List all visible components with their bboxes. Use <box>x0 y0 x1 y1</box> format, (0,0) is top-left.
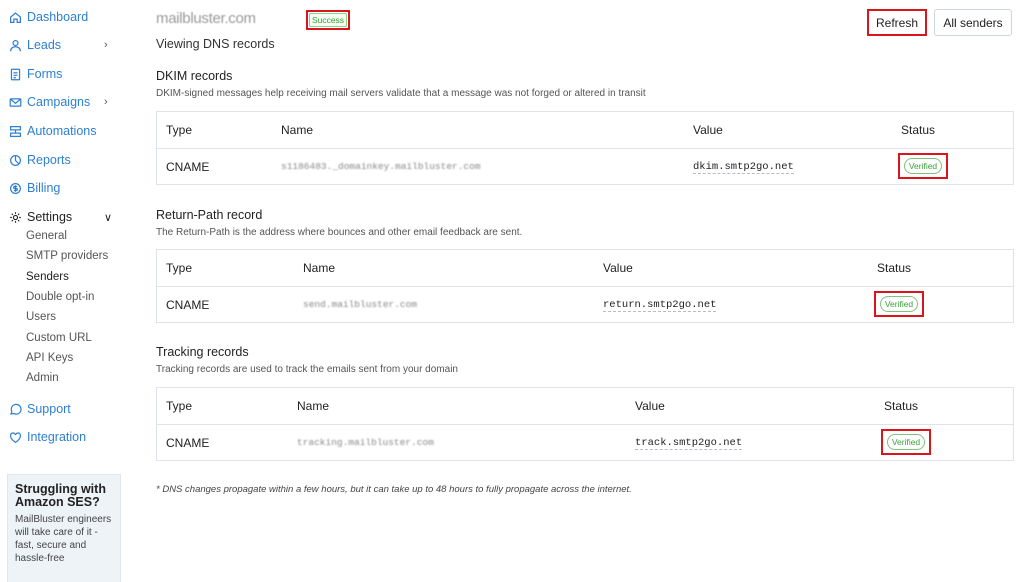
promo-title: Struggling with Amazon SES? <box>15 482 106 509</box>
record-name: s1186483._domainkey.mailbluster.com <box>281 161 481 172</box>
dkim-section-description: DKIM-signed messages help receiving mail… <box>156 88 646 99</box>
record-type: CNAME <box>166 436 210 450</box>
column-header-status: Status <box>877 261 912 275</box>
sidebar-item-billing[interactable]: Billing <box>8 179 60 197</box>
sidebar-item-forms[interactable]: Forms <box>8 65 62 83</box>
sidebar-item-support[interactable]: Support <box>8 400 71 418</box>
support-icon <box>8 402 22 416</box>
column-header-name: Name <box>303 261 336 275</box>
sidebar-item-reports[interactable]: Reports <box>8 151 71 169</box>
sidebar-item-label: Automations <box>27 124 97 138</box>
sidebar-item-settings[interactable]: Settings ∨ <box>8 208 112 226</box>
integration-icon <box>8 430 22 444</box>
settings-sub-custom-url[interactable]: Custom URL <box>26 332 92 348</box>
verified-badge: Verified <box>886 434 926 450</box>
record-name: send.mailbluster.com <box>303 299 418 310</box>
verified-badge: Verified <box>879 296 919 312</box>
gear-icon <box>8 210 22 224</box>
record-value[interactable]: dkim.smtp2go.net <box>693 161 794 174</box>
tracking-table: Type Name Value Status CNAME tracking.ma… <box>156 387 1014 461</box>
settings-sub-general[interactable]: General <box>26 230 67 246</box>
mail-icon <box>8 95 22 109</box>
sidebar-item-label: Support <box>27 402 71 416</box>
return-path-table: Type Name Value Status CNAME send.mailbl… <box>156 249 1014 323</box>
page-subtitle: Viewing DNS records <box>156 37 275 51</box>
sidebar-item-label: Integration <box>27 430 87 444</box>
sidebar-item-label: Campaigns <box>27 95 91 109</box>
all-senders-button[interactable]: All senders <box>934 9 1012 36</box>
automation-icon <box>8 124 22 138</box>
column-header-type: Type <box>166 399 193 413</box>
return-path-section-description: The Return-Path is the address where bou… <box>156 227 523 238</box>
table-header: Type Name Value Status <box>157 112 1013 149</box>
table-row: CNAME s1186483._domainkey.mailbluster.co… <box>157 149 1013 185</box>
return-path-section-title: Return-Path record <box>156 208 263 222</box>
promo-text: MailBluster engineers will take care of … <box>15 514 112 564</box>
table-header: Type Name Value Status <box>157 250 1013 287</box>
record-type: CNAME <box>166 160 210 174</box>
table-header: Type Name Value Status <box>157 388 1013 425</box>
column-header-type: Type <box>166 261 193 275</box>
sidebar-item-label: Forms <box>27 67 63 81</box>
dns-propagation-note: * DNS changes propagate within a few hou… <box>156 484 632 495</box>
column-header-status: Status <box>884 399 919 413</box>
tracking-section-title: Tracking records <box>156 345 249 359</box>
table-row: CNAME send.mailbluster.com return.smtp2g… <box>157 287 1013 323</box>
domain-name: mailbluster.com <box>156 9 256 27</box>
record-name: tracking.mailbluster.com <box>297 437 434 448</box>
billing-icon <box>8 181 22 195</box>
column-header-name: Name <box>297 399 330 413</box>
verified-badge: Verified <box>903 158 943 174</box>
refresh-button[interactable]: Refresh <box>867 9 927 36</box>
settings-sub-users[interactable]: Users <box>26 311 56 327</box>
column-header-value: Value <box>693 123 723 137</box>
dkim-section-title: DKIM records <box>156 69 233 83</box>
verified-status: Verified <box>881 429 931 455</box>
sidebar-item-leads[interactable]: Leads › <box>8 36 108 54</box>
column-header-value: Value <box>635 399 665 413</box>
sidebar-item-dashboard[interactable]: Dashboard <box>8 8 88 26</box>
dkim-table: Type Name Value Status CNAME s1186483._d… <box>156 111 1014 185</box>
tracking-section-description: Tracking records are used to track the e… <box>156 364 458 375</box>
settings-sub-admin[interactable]: Admin <box>26 372 59 388</box>
column-header-status: Status <box>901 123 936 137</box>
reports-icon <box>8 153 22 167</box>
home-icon <box>8 10 22 24</box>
status-badge: Success <box>306 10 350 30</box>
settings-sub-api-keys[interactable]: API Keys <box>26 352 73 368</box>
sidebar-item-label: Reports <box>27 153 71 167</box>
table-row: CNAME tracking.mailbluster.com track.smt… <box>157 425 1013 461</box>
chevron-right-icon: › <box>104 96 108 108</box>
sidebar-item-integration[interactable]: Integration <box>8 428 86 446</box>
sidebar-item-label: Dashboard <box>27 10 89 24</box>
sidebar-item-campaigns[interactable]: Campaigns › <box>8 93 108 111</box>
settings-sub-double-opt-in[interactable]: Double opt-in <box>26 291 94 307</box>
record-value[interactable]: track.smtp2go.net <box>635 437 743 450</box>
settings-sub-smtp-providers[interactable]: SMTP providers <box>26 250 108 266</box>
sidebar-item-label: Billing <box>27 181 61 195</box>
sidebar-item-label: Leads <box>27 38 62 52</box>
sidebar-item-automations[interactable]: Automations <box>8 122 96 140</box>
promo-card: Struggling with Amazon SES? MailBluster … <box>7 474 121 582</box>
domain-title: mailbluster.com <box>156 9 256 27</box>
form-icon <box>8 67 22 81</box>
verified-status: Verified <box>898 153 948 179</box>
chevron-right-icon: › <box>104 39 108 51</box>
column-header-type: Type <box>166 123 193 137</box>
chevron-down-icon: ∨ <box>104 211 113 224</box>
column-header-name: Name <box>281 123 314 137</box>
user-icon <box>8 38 22 52</box>
column-header-value: Value <box>603 261 633 275</box>
record-type: CNAME <box>166 298 210 312</box>
sidebar: Dashboard Leads › Forms Campaigns › Auto… <box>0 0 132 582</box>
record-value[interactable]: return.smtp2go.net <box>603 299 717 312</box>
verified-status: Verified <box>874 291 924 317</box>
sidebar-item-label: Settings <box>27 210 73 224</box>
status-badge-label: Success <box>308 13 348 27</box>
settings-sub-senders[interactable]: Senders <box>26 271 69 287</box>
